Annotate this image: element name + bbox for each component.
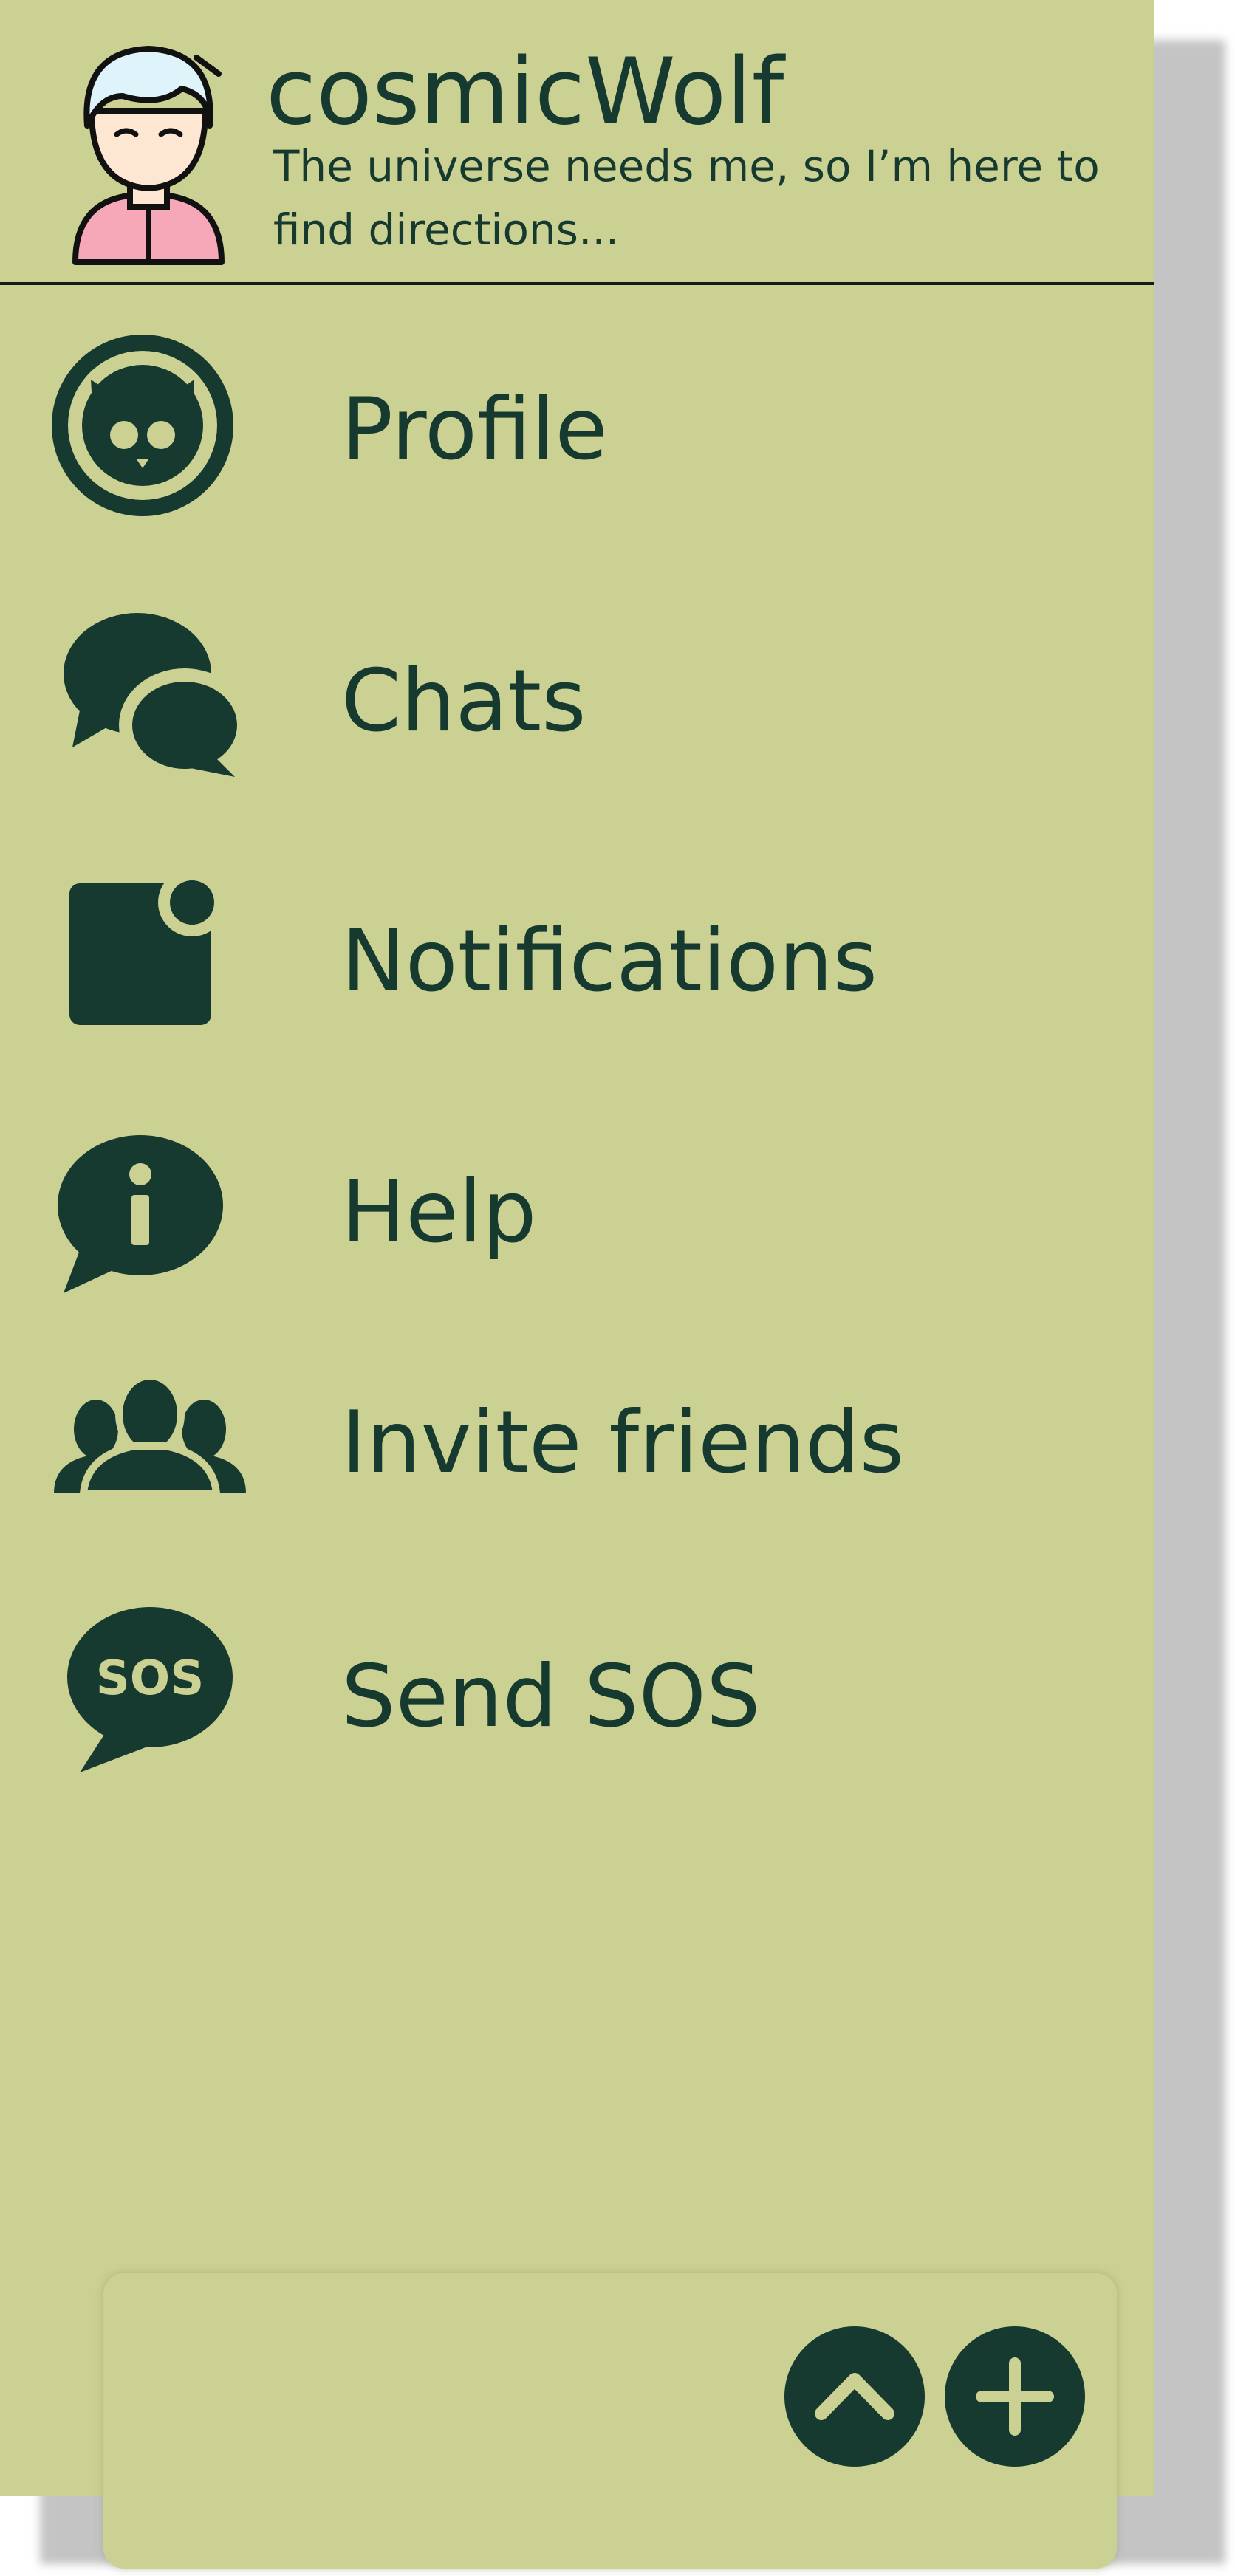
menu-item-invite-friends[interactable]: Invite friends: [0, 1352, 1154, 1573]
plus-icon: [976, 2357, 1054, 2436]
menu-label-profile: Profile: [341, 380, 608, 479]
menu-item-notifications[interactable]: Notifications: [0, 849, 1154, 1071]
chevron-up-icon: [815, 2373, 894, 2420]
add-button[interactable]: [945, 2326, 1085, 2467]
menu-label-chats: Chats: [341, 651, 586, 751]
page: cosmicWolf The universe needs me, so I’m…: [0, 0, 1235, 2576]
menu-label-invite-friends: Invite friends: [341, 1393, 905, 1493]
menu-item-help[interactable]: Help: [0, 1108, 1154, 1329]
avatar[interactable]: [71, 44, 226, 270]
scroll-up-button[interactable]: [784, 2326, 925, 2467]
user-status: The universe needs me, so I’m here to fi…: [273, 141, 1100, 255]
cat-profile-icon: [50, 328, 250, 527]
sos-bubble-icon: SOS: [50, 1601, 250, 1801]
group-icon: [50, 1352, 250, 1551]
bottom-action-bar: [103, 2273, 1117, 2569]
navigation-drawer: cosmicWolf The universe needs me, so I’m…: [0, 0, 1154, 2496]
menu-item-send-sos[interactable]: SOS Send SOS: [0, 1595, 1154, 1817]
menu-label-help: Help: [341, 1162, 537, 1262]
sos-icon-text: SOS: [96, 1651, 205, 1706]
drawer-header: cosmicWolf The universe needs me, so I’m…: [0, 0, 1154, 285]
notification-icon: [50, 849, 250, 1049]
info-bubble-icon: [50, 1114, 250, 1313]
user-avatar-icon: [72, 46, 225, 265]
menu-label-notifications: Notifications: [341, 911, 878, 1011]
menu-item-profile[interactable]: Profile: [0, 319, 1154, 541]
menu-label-send-sos: Send SOS: [341, 1647, 761, 1747]
menu-item-chats[interactable]: Chats: [0, 591, 1154, 812]
chat-bubbles-icon: [50, 600, 250, 799]
username: cosmicWolf: [266, 39, 784, 145]
